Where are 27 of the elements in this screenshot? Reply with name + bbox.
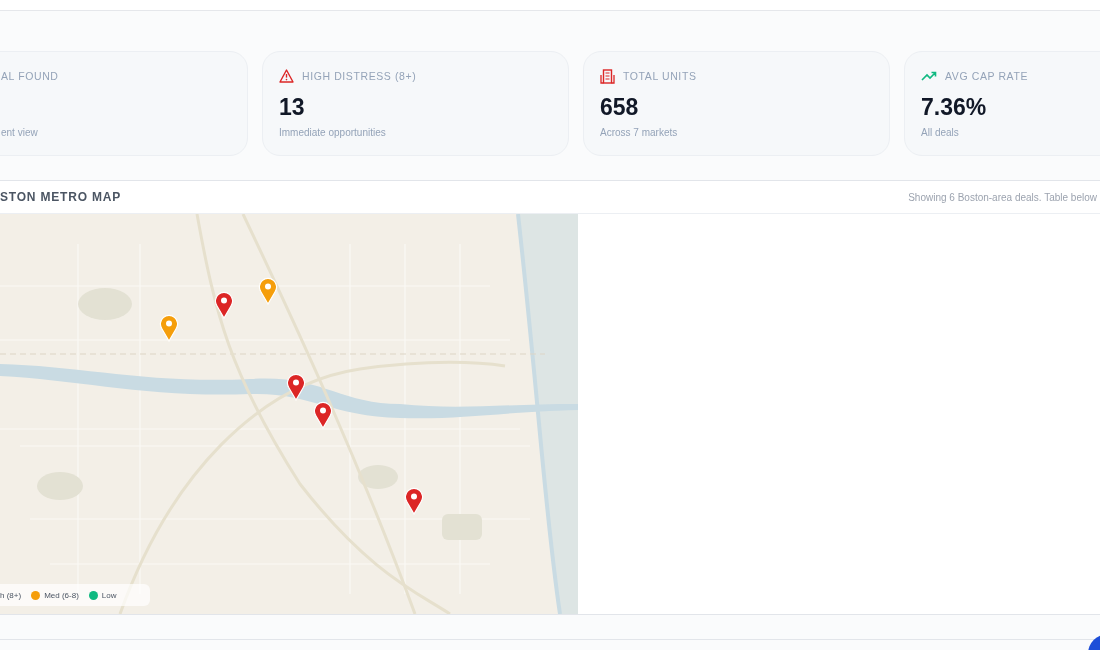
stat-label: AL FOUND — [1, 70, 59, 82]
park-area — [37, 472, 83, 500]
section-title: STON METRO MAP — [0, 190, 121, 204]
legend-label: h (8+) — [0, 590, 22, 600]
stat-label: TOTAL UNITS — [623, 70, 697, 82]
park-area — [442, 514, 482, 540]
stat-value: 658 — [600, 94, 639, 120]
stat-note: Immediate opportunities — [279, 127, 386, 138]
trend-up-icon — [921, 71, 937, 81]
stat-label: AVG CAP RATE — [945, 70, 1029, 82]
legend-label: Med (6-8) — [44, 590, 79, 600]
stat-note: All deals — [921, 127, 959, 138]
warning-icon — [279, 69, 294, 83]
park-area — [358, 465, 398, 489]
map-pin-icon[interactable] — [286, 373, 306, 401]
stat-note: ent view — [1, 127, 38, 138]
map-pin-icon[interactable] — [313, 401, 333, 429]
park-area — [78, 288, 132, 320]
stat-label: HIGH DISTRESS (8+) — [302, 70, 417, 82]
stat-value: 7.36% — [921, 94, 987, 120]
map-summary: Showing 6 Boston-area deals. Table below — [908, 191, 1097, 203]
stat-value: 13 — [279, 94, 305, 120]
map-pin-icon[interactable] — [214, 291, 234, 319]
building-icon — [600, 68, 615, 84]
stat-note: Across 7 markets — [600, 127, 678, 138]
legend-label: Low — [101, 590, 117, 600]
map-pin-icon[interactable] — [404, 487, 424, 515]
